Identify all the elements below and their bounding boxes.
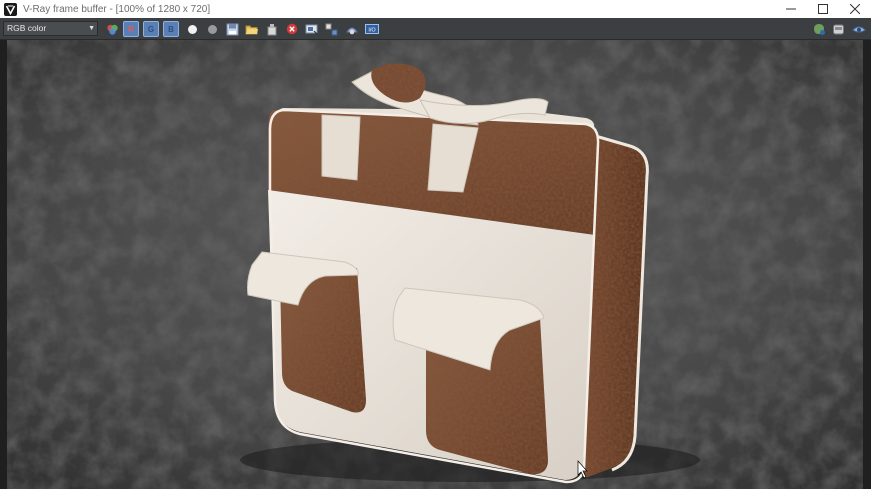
open-image-icon[interactable] (244, 21, 260, 37)
window-controls (775, 0, 871, 18)
blue-channel-label: B (168, 24, 174, 34)
frame-buffer-canvas[interactable] (0, 40, 871, 489)
clear-image-icon[interactable] (264, 21, 280, 37)
close-icon[interactable] (839, 0, 871, 18)
chevron-down-icon: ▼ (88, 25, 95, 32)
green-channel-button[interactable]: G (143, 21, 159, 37)
vfb-history-icon[interactable]: I/O (364, 21, 380, 37)
window-title: V-Ray frame buffer - [100% of 1280 x 720… (23, 3, 211, 15)
title-bar: V-Ray frame buffer - [100% of 1280 x 720… (0, 0, 871, 18)
vray-logo-icon (4, 2, 17, 16)
teapot-render-icon[interactable] (831, 21, 847, 37)
vfb-toolbar: RGB color ▼ R G B I/O (0, 18, 871, 40)
channel-select-value: RGB color (7, 23, 47, 33)
maximize-icon[interactable] (807, 0, 839, 18)
render-last-icon[interactable] (344, 21, 360, 37)
white-circle-icon[interactable] (184, 21, 200, 37)
red-channel-label: R (128, 24, 134, 34)
color-channels-icon[interactable] (104, 21, 120, 37)
blue-channel-button[interactable]: B (163, 21, 179, 37)
save-image-icon[interactable] (224, 21, 240, 37)
render-icon[interactable] (851, 21, 867, 37)
green-channel-label: G (147, 24, 155, 34)
channel-select[interactable]: RGB color ▼ (3, 21, 98, 36)
track-mouse-icon[interactable] (324, 21, 340, 37)
red-channel-button[interactable]: R (123, 21, 139, 37)
gray-circle-icon[interactable] (204, 21, 220, 37)
region-render-icon[interactable] (304, 21, 320, 37)
minimize-icon[interactable] (775, 0, 807, 18)
leather-briefcase-render (0, 40, 871, 489)
lens-effects-icon[interactable] (811, 21, 827, 37)
svg-text:I/O: I/O (368, 28, 376, 34)
stop-render-icon[interactable] (284, 21, 300, 37)
